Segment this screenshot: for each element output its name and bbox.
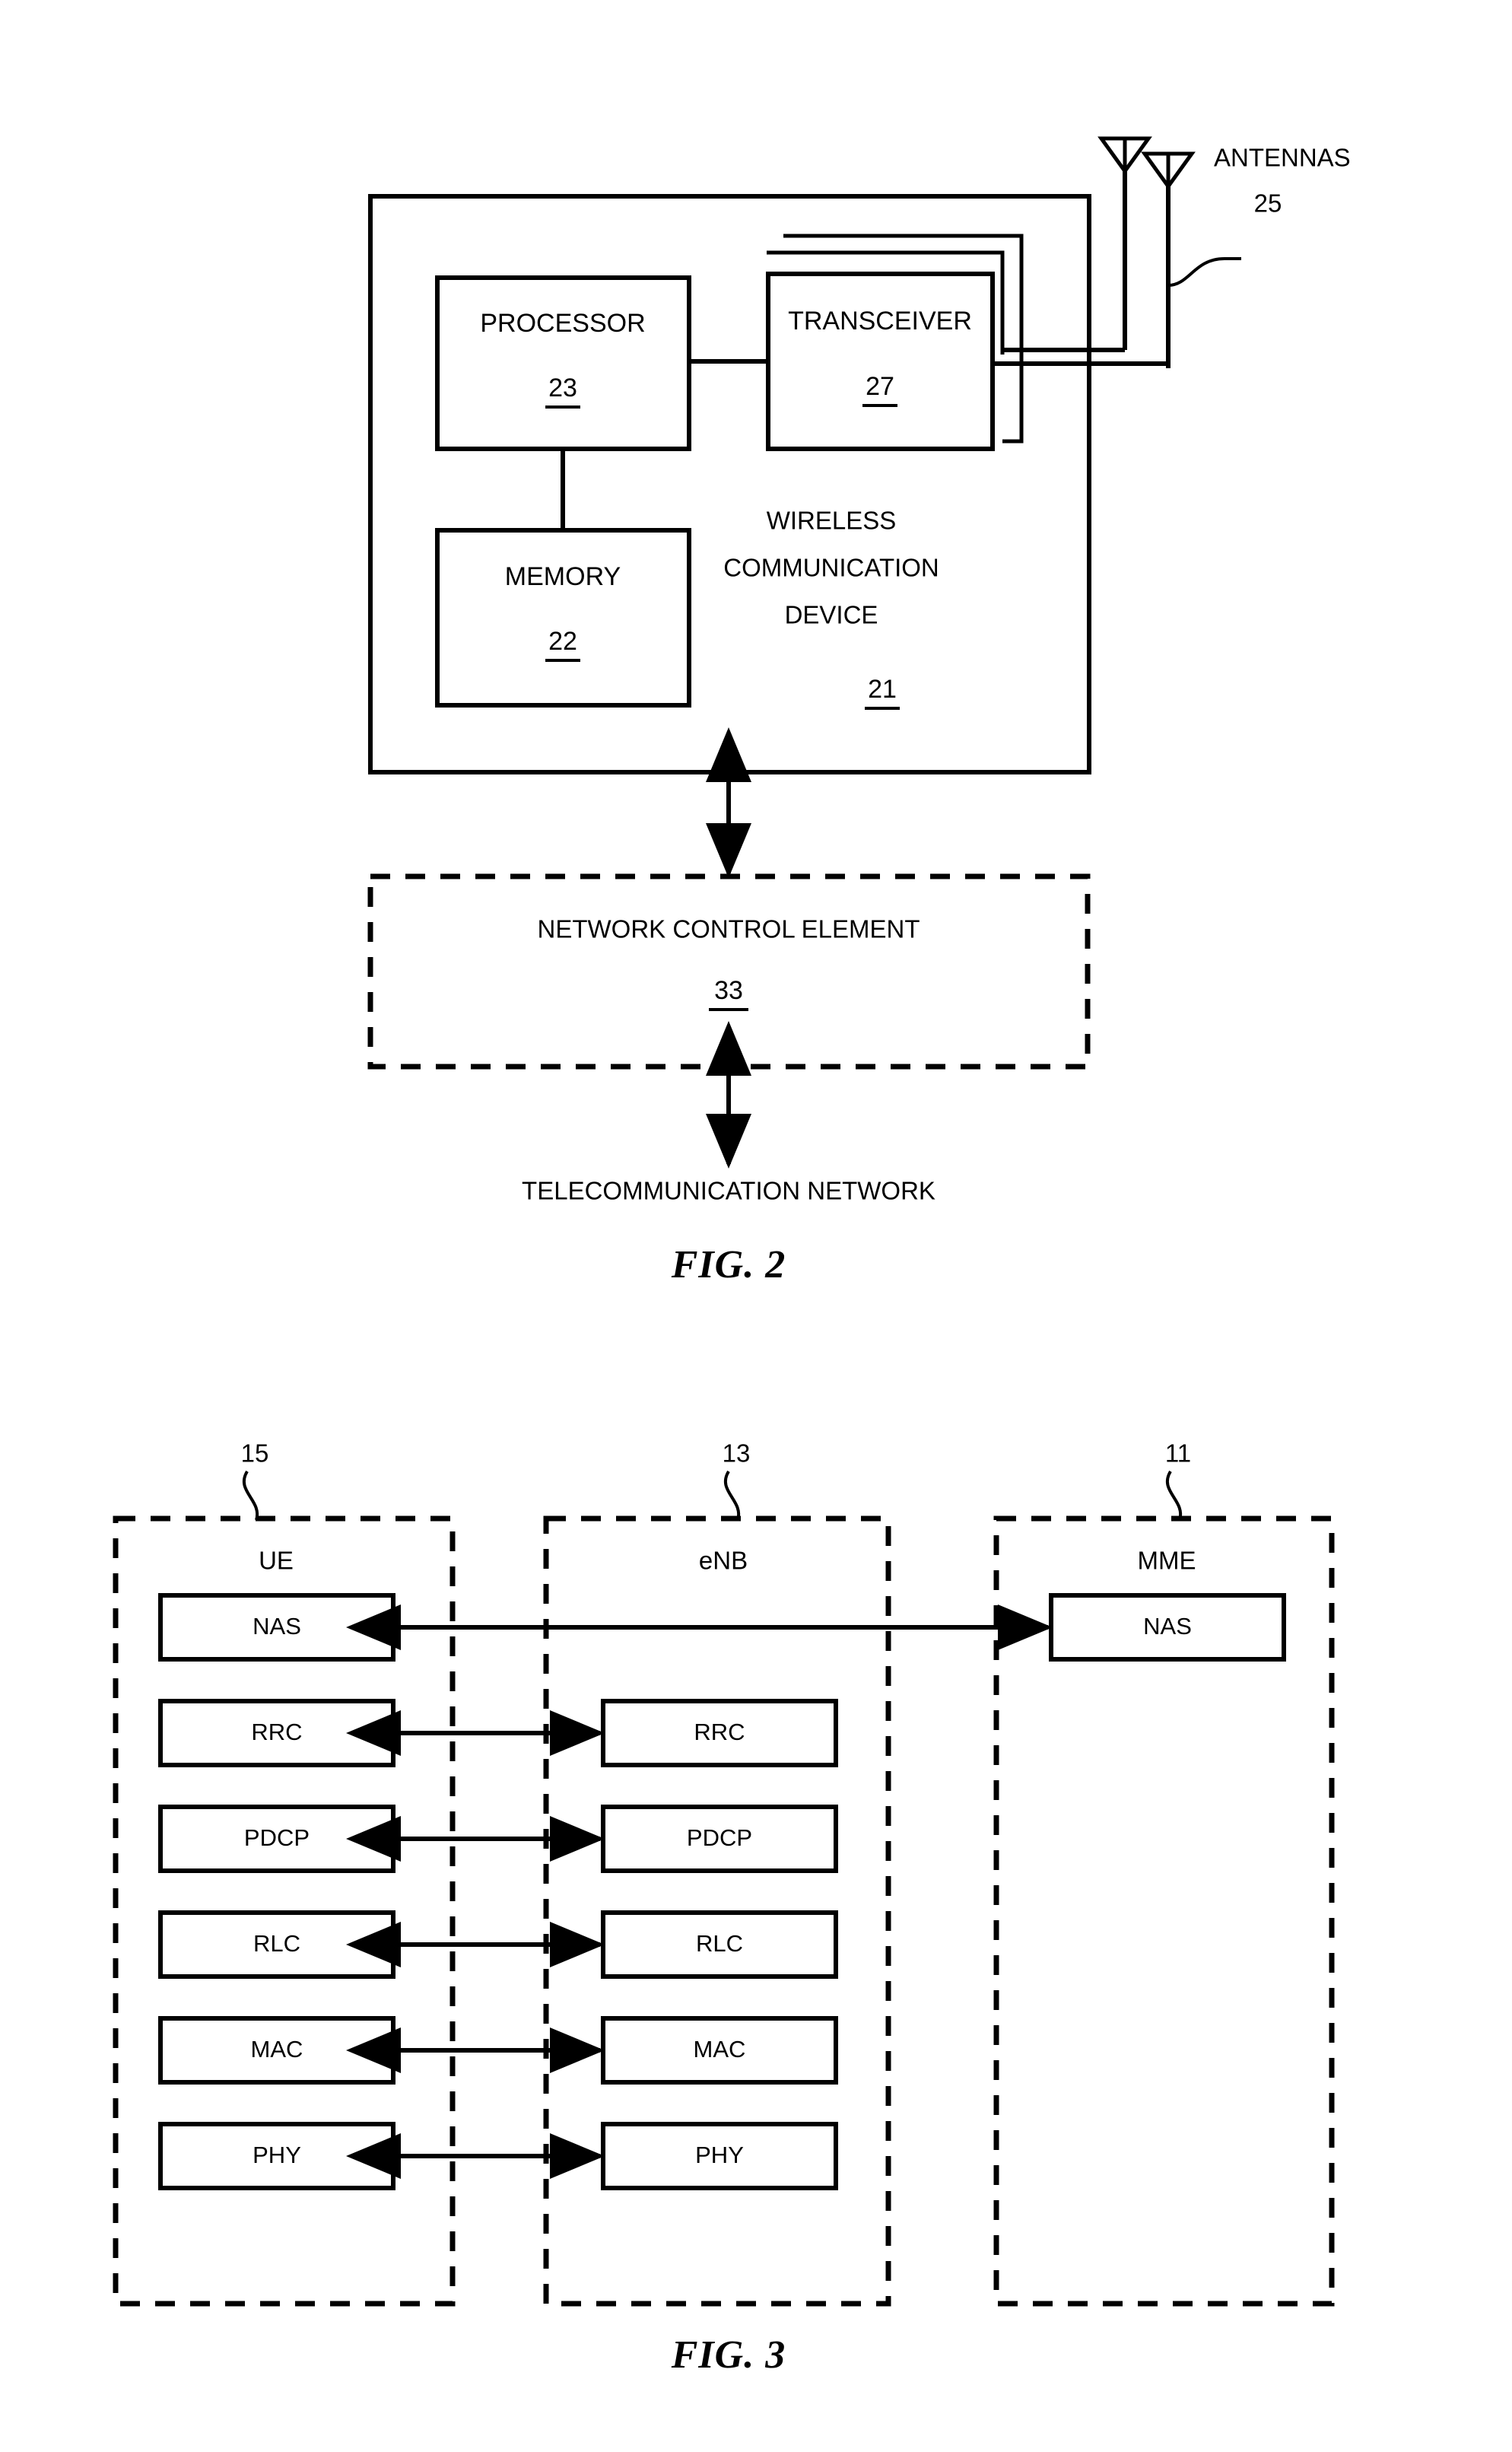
antenna-2-icon — [1141, 151, 1196, 368]
device-ref-number: 21 — [868, 675, 897, 704]
antennas-ref: 25 — [1254, 189, 1282, 218]
device-label-line-1: WIRELESS — [767, 507, 897, 535]
figure-canvas: ANTENNAS 25 WIRELESS COMMUNICATION DEVIC… — [113, 136, 1351, 2377]
processor-ref: 23 — [548, 374, 577, 402]
network-control-element-box: NETWORK CONTROL ELEMENT 33 — [367, 873, 1091, 1070]
layer-row-phy: PHY PHY — [158, 2122, 838, 2190]
fig3-reference-numerals: 15 13 11 — [241, 1439, 1191, 1521]
enb-rlc-label: RLC — [696, 1930, 743, 1957]
device-label-line-2: COMMUNICATION — [723, 554, 939, 582]
network-control-element-ref: 33 — [714, 976, 743, 1005]
antennas-leader-line — [1167, 257, 1241, 287]
device-label-line-3: DEVICE — [785, 601, 878, 629]
enb-ref-number: 13 — [723, 1439, 751, 1468]
figure-2-group: ANTENNAS 25 WIRELESS COMMUNICATION DEVIC… — [367, 136, 1351, 1286]
transceiver-antenna-wiring — [993, 348, 1168, 366]
enb-column-title: eNB — [699, 1547, 748, 1575]
antenna-1-icon — [1097, 136, 1152, 350]
layer-row-rrc: RRC RRC — [158, 1699, 838, 1767]
figure-2-caption: FIG. 2 — [671, 1243, 786, 1286]
transceiver-label: TRANSCEIVER — [788, 307, 972, 336]
layer-row-rlc: RLC RLC — [158, 1910, 838, 1979]
layer-row-pdcp: PDCP PDCP — [158, 1805, 838, 1873]
mme-ref-number: 11 — [1165, 1439, 1191, 1468]
layer-row-nas: NAS NAS — [158, 1593, 1286, 1662]
enb-leader-line — [723, 1470, 741, 1521]
memory-box: MEMORY 22 — [435, 528, 691, 708]
ue-mac-label: MAC — [251, 2036, 303, 2062]
ue-rlc-label: RLC — [253, 1930, 300, 1957]
network-control-element-label: NETWORK CONTROL ELEMENT — [538, 915, 920, 943]
layer-row-mac: MAC MAC — [158, 2016, 838, 2085]
ue-pdcp-label: PDCP — [244, 1824, 310, 1851]
antennas-label: ANTENNAS — [1214, 144, 1351, 172]
ue-nas-label: NAS — [253, 1613, 301, 1639]
enb-rrc-label: RRC — [694, 1719, 745, 1745]
figure-3-group: 15 13 11 UE eNB MME NAS NAS RRC RRC PDCP… — [113, 1439, 1335, 2377]
enb-pdcp-label: PDCP — [687, 1824, 752, 1851]
processor-label: PROCESSOR — [480, 309, 645, 338]
memory-label: MEMORY — [505, 562, 621, 591]
figure-3-caption: FIG. 3 — [671, 2333, 786, 2377]
antennas-group: ANTENNAS 25 — [1097, 136, 1351, 368]
transceiver-box: TRANSCEIVER 27 — [766, 272, 995, 451]
processor-box: PROCESSOR 23 — [435, 275, 691, 451]
memory-ref: 22 — [548, 627, 577, 656]
telecommunication-network-label: TELECOMMUNICATION NETWORK — [522, 1177, 935, 1205]
transceiver-stack-outline-3b — [1002, 355, 1024, 444]
ue-phy-label: PHY — [253, 2142, 301, 2168]
patent-figure-sheet: ANTENNAS 25 WIRELESS COMMUNICATION DEVIC… — [0, 0, 1512, 2452]
mme-leader-line — [1165, 1470, 1183, 1521]
enb-mac-label: MAC — [694, 2036, 746, 2062]
mme-nas-label: NAS — [1143, 1613, 1192, 1639]
ue-column-title: UE — [259, 1547, 294, 1575]
ue-leader-line — [242, 1470, 259, 1521]
transceiver-ref: 27 — [866, 372, 894, 401]
ue-rrc-label: RRC — [251, 1719, 302, 1745]
mme-column-title: MME — [1138, 1547, 1196, 1575]
enb-phy-label: PHY — [695, 2142, 744, 2168]
ue-ref-number: 15 — [241, 1439, 269, 1468]
